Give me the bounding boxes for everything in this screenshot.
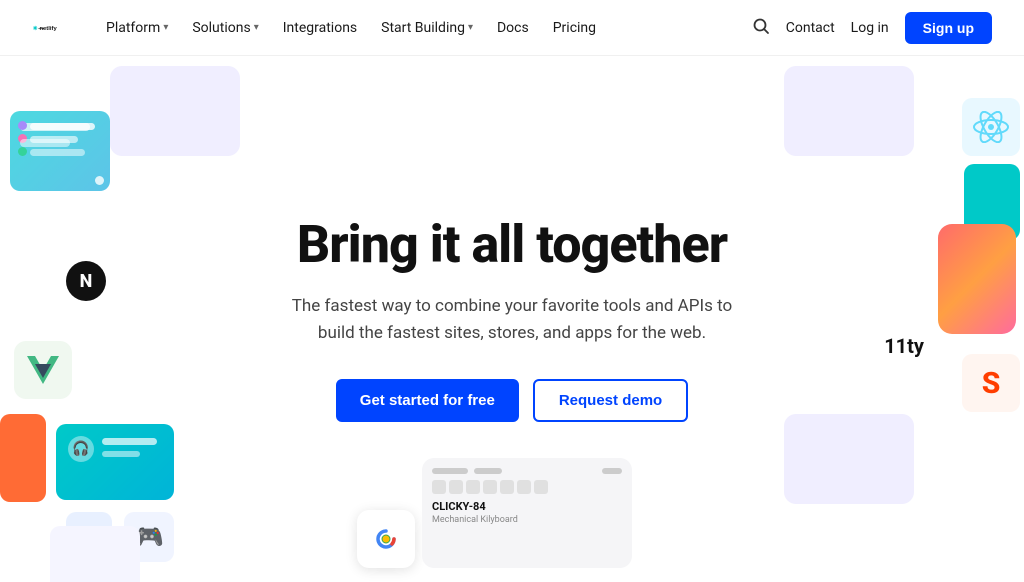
chevron-down-icon: ▾ [163,22,168,33]
hero-buttons: Get started for free Request demo [272,379,752,422]
float-react-logo [962,98,1020,156]
search-icon[interactable] [752,17,770,39]
float-gradient-card [938,224,1016,334]
nav-platform[interactable]: Platform ▾ [96,14,178,42]
signup-button[interactable]: Sign up [905,12,992,44]
login-link[interactable]: Log in [851,20,889,36]
nav-docs[interactable]: Docs [487,14,539,42]
nav-start-building[interactable]: Start Building ▾ [371,14,483,42]
float-chat-card [10,111,110,191]
nav-solutions[interactable]: Solutions ▾ [182,14,268,42]
float-circle-c [357,510,415,568]
nav-integrations[interactable]: Integrations [273,14,367,42]
float-eleventy: 11ty [884,334,924,358]
hero-content: Bring it all together The fastest way to… [272,216,752,423]
float-vue-logo [14,341,72,399]
hero-section: N 🎧 🎮 11ty S [0,56,1024,582]
float-svelte-logo: S [962,354,1020,412]
float-clicky-card: CLICKY-84 Mechanical Kilyboard [422,458,632,568]
chevron-down-icon: ▾ [254,22,259,33]
float-n-badge: N [66,261,106,301]
contact-link[interactable]: Contact [786,20,835,36]
float-teal-card: 🎧 [56,424,174,500]
hero-title: Bring it all together [272,216,752,273]
logo[interactable]: netlify — [32,12,64,44]
request-demo-button[interactable]: Request demo [533,379,688,422]
nav-pricing[interactable]: Pricing [543,14,606,42]
float-orange-rect [0,414,46,502]
nav-links: Platform ▾ Solutions ▾ Integrations Star… [96,14,752,42]
navbar: netlify — Platform ▾ Solutions ▾ Integra… [0,0,1024,56]
get-started-button[interactable]: Get started for free [336,379,519,422]
hero-subtitle: The fastest way to combine your favorite… [272,293,752,347]
nav-right: Contact Log in Sign up [752,12,992,44]
svg-text:—: — [38,26,44,32]
float-purple-right [784,66,914,156]
float-purple-right2 [784,414,914,504]
float-purple-left [110,66,240,156]
chevron-down-icon: ▾ [468,22,473,33]
float-bottom-left [50,526,140,582]
